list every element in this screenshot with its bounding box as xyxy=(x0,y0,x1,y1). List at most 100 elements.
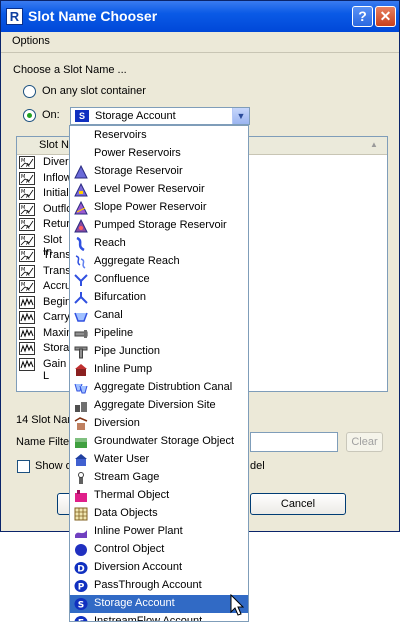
table-row[interactable]: Maxim xyxy=(19,326,75,342)
dropdown-item[interactable]: S Storage Account xyxy=(70,595,248,613)
table-row[interactable]: M A Outflo xyxy=(19,202,73,218)
dropdown-item[interactable]: Slope Power Reservoir xyxy=(70,199,248,217)
dropdown-item-label: Aggregate Distrubtion Canal xyxy=(94,381,233,393)
water-user-icon xyxy=(74,453,88,467)
dropdown-item[interactable]: D Diversion Account xyxy=(70,559,248,577)
min-max-slot-icon: MA xyxy=(19,202,35,216)
dropdown-item-label: Storage Reservoir xyxy=(94,165,183,177)
menu-bar: Options xyxy=(1,32,399,53)
table-row-label: Begin xyxy=(43,295,72,308)
table-row[interactable]: M A Accru xyxy=(19,280,71,295)
dropdown-item[interactable]: Pumped Storage Reservoir xyxy=(70,217,248,235)
table-row[interactable]: M A Inflow xyxy=(19,171,72,187)
radio-on-label: On: xyxy=(42,109,60,121)
table-row[interactable]: M A Divers xyxy=(19,156,74,171)
dropdown-item[interactable]: Storage Reservoir xyxy=(70,163,248,181)
aggregate-diversion-site-icon xyxy=(74,399,88,413)
pipe-junction-icon xyxy=(74,345,88,359)
dropdown-item-label: Stream Gage xyxy=(94,471,160,483)
dropdown-item-label: Control Object xyxy=(94,543,165,555)
dropdown-item-label: Level Power Reservoir xyxy=(94,183,205,195)
diversion-account-icon: D xyxy=(74,561,88,575)
dropdown-item[interactable]: P PassThrough Account xyxy=(70,577,248,595)
dropdown-item[interactable]: Pipe Junction xyxy=(70,343,248,361)
table-row[interactable]: Storag xyxy=(19,342,75,357)
choose-heading: Choose a Slot Name ... xyxy=(13,64,127,76)
dropdown-item[interactable]: Reservoirs xyxy=(70,127,248,145)
svg-text:D: D xyxy=(77,565,84,575)
passthrough-account-icon: P xyxy=(74,579,88,593)
object-type-dropdown-list[interactable]: Reservoirs Power Reservoirs Storage Reserv… xyxy=(69,125,249,622)
dropdown-item[interactable]: Water User xyxy=(70,451,248,469)
dropdown-item-label: Confluence xyxy=(94,273,150,285)
name-filter-input[interactable] xyxy=(250,432,338,452)
reach-icon xyxy=(74,236,88,252)
name-filter-label: Name Filter xyxy=(16,436,73,448)
radio-any-container[interactable] xyxy=(23,85,36,98)
dropdown-item[interactable]: Aggregate Reach xyxy=(70,253,248,271)
dropdown-item[interactable]: Stream Gage xyxy=(70,469,248,487)
table-row[interactable]: M A Transl xyxy=(19,249,73,264)
min-max-slot-icon: MA xyxy=(19,171,35,185)
dropdown-item-label: Reservoirs xyxy=(94,129,147,141)
dropdown-item-label: Groundwater Storage Object xyxy=(94,435,235,447)
table-row[interactable]: Begin xyxy=(19,295,72,311)
dropdown-item[interactable]: Control Object xyxy=(70,541,248,559)
dropdown-item-label: Canal xyxy=(94,309,123,321)
table-row[interactable]: M A Initial xyxy=(19,187,69,202)
dropdown-item[interactable]: Thermal Object xyxy=(70,487,248,505)
dropdown-item[interactable]: Data Objects xyxy=(70,505,248,523)
table-row[interactable]: Gain L xyxy=(19,357,69,382)
table-row-label: Inflow xyxy=(43,171,72,184)
close-button[interactable]: ✕ xyxy=(375,6,396,27)
dropdown-item[interactable]: Confluence xyxy=(70,271,248,289)
dropdown-item[interactable]: Inline Power Plant xyxy=(70,523,248,541)
dropdown-item[interactable]: Pipeline xyxy=(70,325,248,343)
svg-text:F: F xyxy=(78,619,84,622)
canal-icon xyxy=(74,309,88,323)
cancel-button[interactable]: Cancel xyxy=(250,493,346,515)
dropdown-item[interactable]: Inline Pump xyxy=(70,361,248,379)
show-checkbox[interactable] xyxy=(17,460,30,473)
dropdown-item[interactable]: Groundwater Storage Object xyxy=(70,433,248,451)
aggregate-reach-icon xyxy=(74,255,88,269)
table-row[interactable]: M A Retur xyxy=(19,218,70,233)
table-row[interactable]: Carry xyxy=(19,311,70,326)
aggregate-distribution-canal-icon xyxy=(74,381,88,395)
clear-button[interactable]: Clear xyxy=(346,432,383,452)
storage-reservoir-icon xyxy=(74,164,88,179)
dropdown-item[interactable]: Power Reservoirs xyxy=(70,145,248,163)
dropdown-item[interactable]: Diversion xyxy=(70,415,248,433)
dropdown-item-label: Slope Power Reservoir xyxy=(94,201,207,213)
object-type-combo[interactable]: S Storage Account ▼ xyxy=(70,107,250,125)
dropdown-item[interactable]: Canal xyxy=(70,307,248,325)
min-max-slot-icon: MA xyxy=(19,233,35,247)
table-row[interactable]: M A Transl xyxy=(19,264,73,280)
dropdown-item[interactable]: Aggregate Diversion Site xyxy=(70,397,248,415)
dropdown-item[interactable]: F InstreamFlow Account xyxy=(70,613,248,622)
confluence-icon xyxy=(74,273,88,287)
storage-account-icon: S xyxy=(74,597,88,611)
table-row-label: Outflo xyxy=(43,202,73,215)
time-series-icon xyxy=(19,295,35,309)
help-button[interactable]: ? xyxy=(352,6,373,27)
menu-options[interactable]: Options xyxy=(12,35,50,47)
dropdown-item[interactable]: Bifurcation xyxy=(70,289,248,307)
storage-account-icon: S xyxy=(75,110,89,122)
mouse-cursor-icon xyxy=(230,594,245,616)
control-object-icon xyxy=(74,543,88,557)
chevron-down-icon[interactable]: ▼ xyxy=(232,108,249,124)
pipeline-icon xyxy=(74,327,88,341)
dropdown-item[interactable]: Aggregate Distrubtion Canal xyxy=(70,379,248,397)
dropdown-item[interactable]: Level Power Reservoir xyxy=(70,181,248,199)
combo-selected-value: Storage Account xyxy=(95,110,176,122)
window-title: Slot Name Chooser xyxy=(28,8,158,24)
min-max-slot-icon: MA xyxy=(19,187,35,200)
pumped-storage-reservoir-icon xyxy=(74,218,88,233)
min-max-slot-icon: MA xyxy=(19,280,35,293)
radio-on[interactable] xyxy=(23,109,36,122)
dropdown-item-label: Thermal Object xyxy=(94,489,170,501)
dropdown-item[interactable]: Reach xyxy=(70,235,248,253)
table-row[interactable]: M A Slot In xyxy=(19,233,69,258)
title-bar[interactable]: R Slot Name Chooser ? ✕ xyxy=(1,1,399,32)
